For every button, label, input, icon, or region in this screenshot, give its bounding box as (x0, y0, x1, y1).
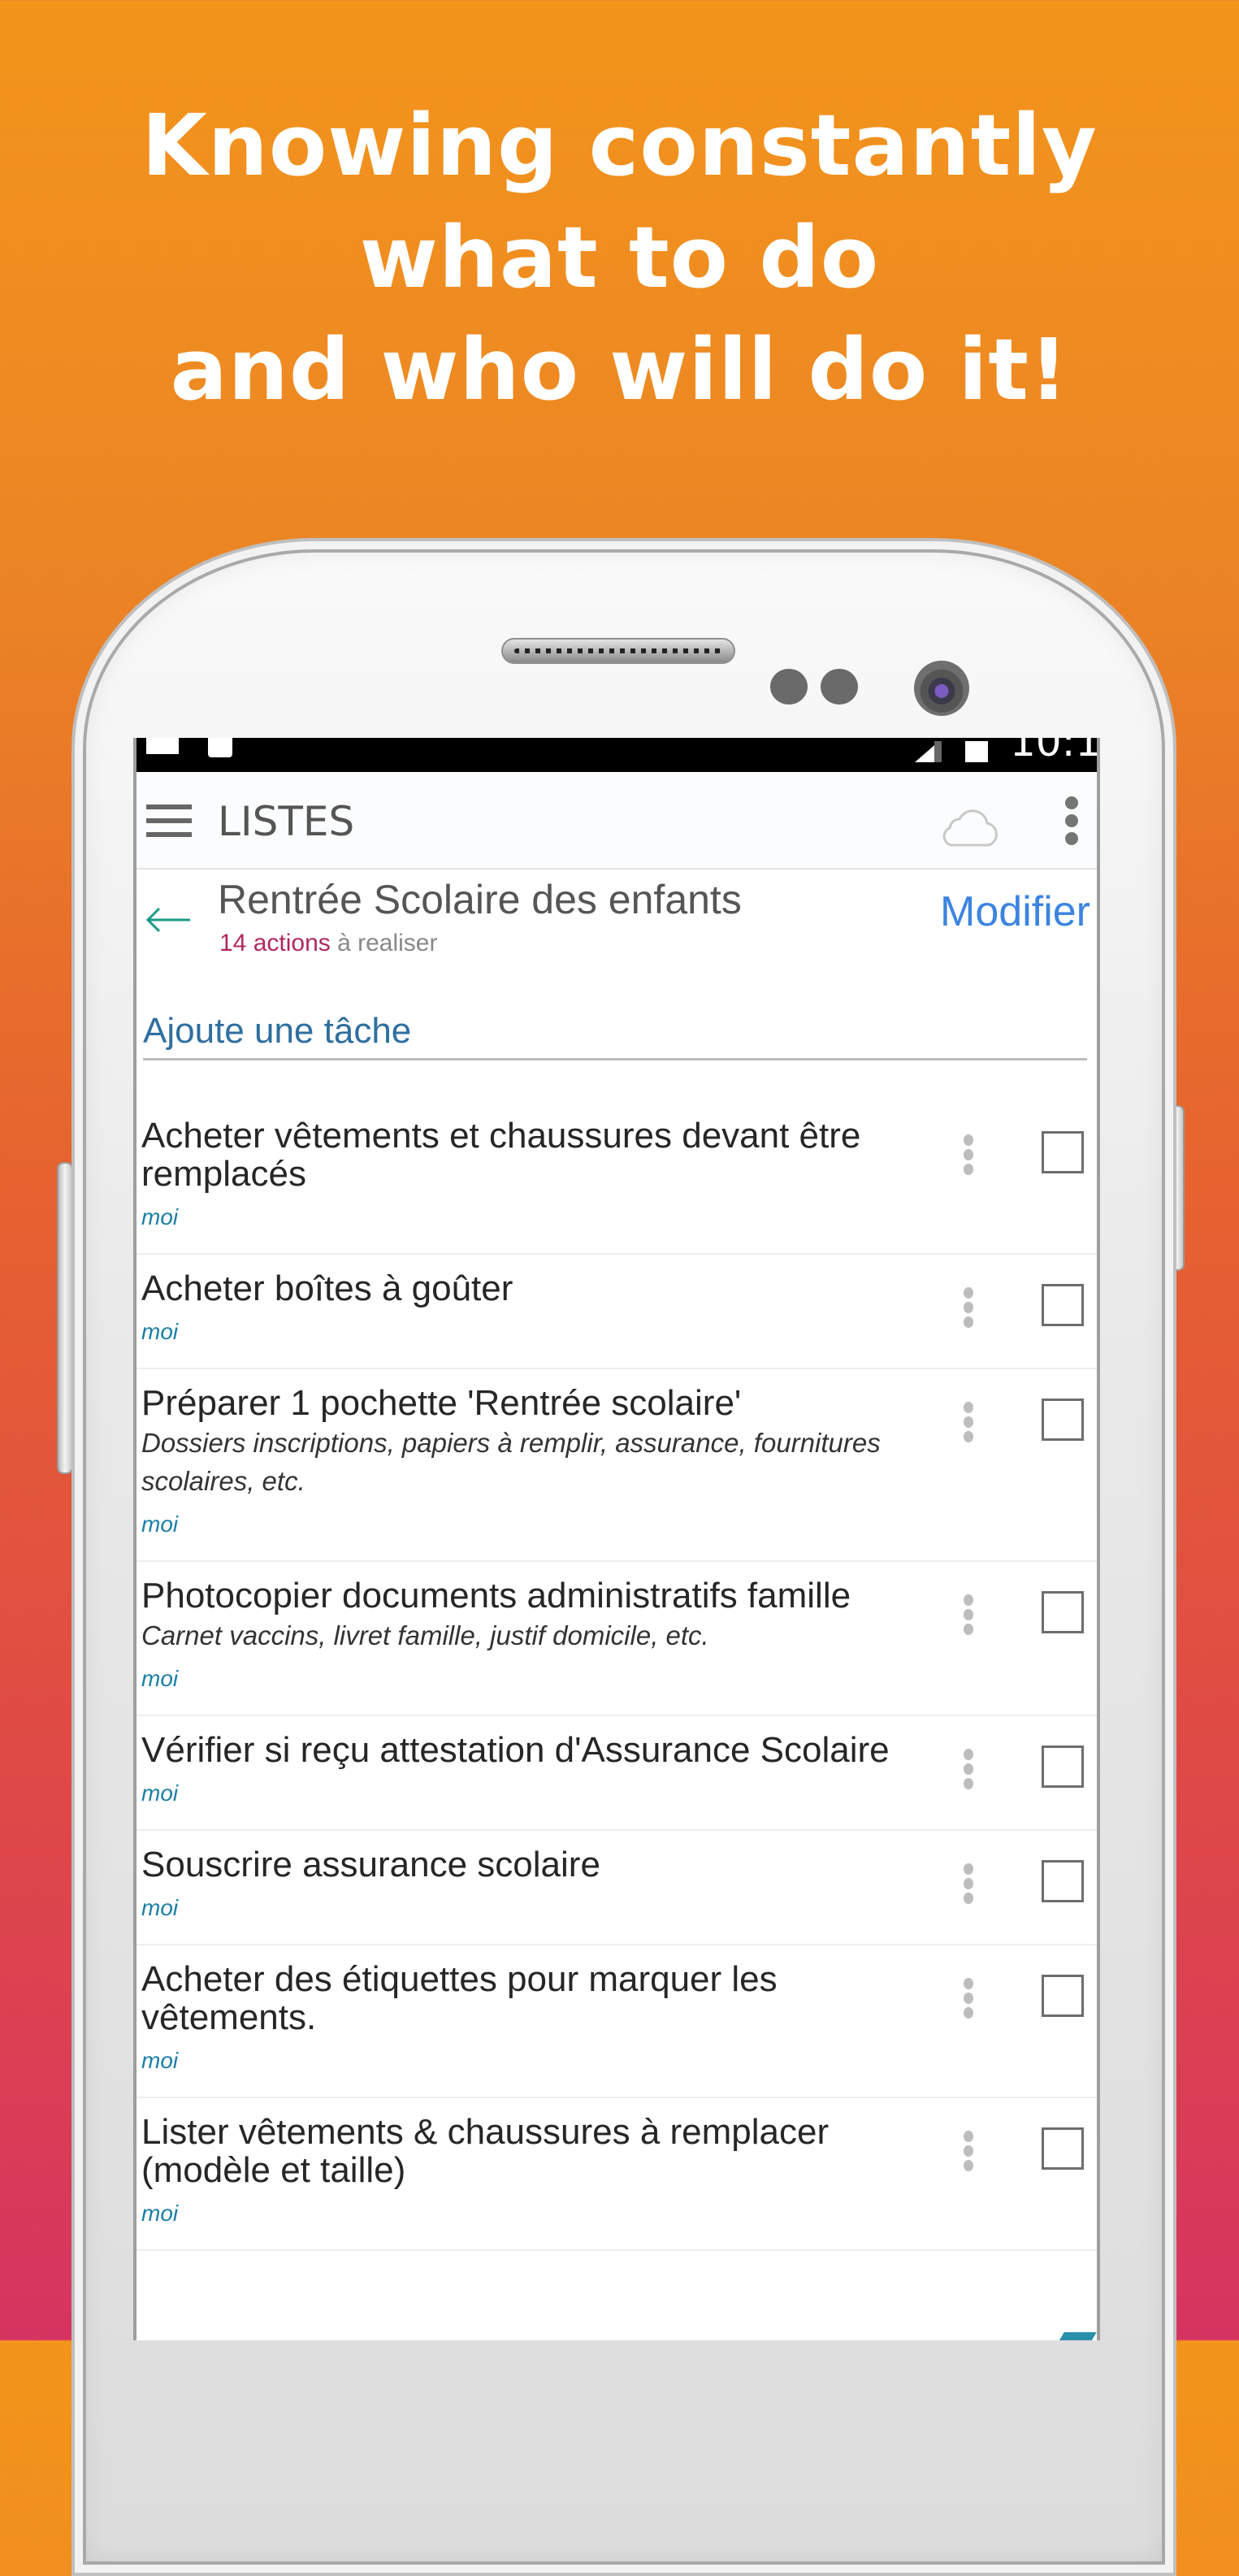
task-title: Photocopier documents administratifs fam… (141, 1576, 851, 1615)
task-assignee[interactable]: moi (141, 1319, 1097, 1345)
front-camera-icon (914, 661, 969, 716)
fab-button[interactable] (1050, 2332, 1097, 2340)
task-assignee[interactable]: moi (141, 1511, 1097, 1537)
task-assignee[interactable]: moi (141, 1204, 1097, 1230)
notification-icon (208, 738, 232, 757)
task-checkbox[interactable] (1042, 1746, 1084, 1788)
task-title: Vérifier si reçu attestation d'Assurance… (141, 1730, 890, 1770)
task-row[interactable]: Souscrire assurance scolaire moi (136, 1831, 1097, 1945)
task-checkbox[interactable] (1042, 1399, 1084, 1441)
task-assignee[interactable]: moi (141, 1780, 1097, 1806)
task-description: Carnet vaccins, livret famille, justif d… (141, 1620, 709, 1650)
phone-speaker (501, 638, 735, 664)
task-more-icon[interactable] (964, 1402, 975, 1446)
task-row[interactable]: Acheter vêtements et chaussures devant ê… (136, 1102, 1097, 1255)
cloud-icon[interactable] (937, 806, 1002, 848)
signal-icon (934, 741, 942, 762)
task-row[interactable]: Lister vêtements & chaussures à remplace… (136, 2098, 1097, 2251)
task-checkbox[interactable] (1042, 1284, 1084, 1326)
promo-headline: Knowing constantly what to do and who wi… (0, 89, 1239, 426)
headline-line-1: Knowing constantly (141, 96, 1098, 195)
task-checkbox[interactable] (1042, 1591, 1084, 1633)
task-row[interactable]: Préparer 1 pochette 'Rentrée scolaire' Do… (136, 1369, 1097, 1562)
task-more-icon[interactable] (964, 1287, 975, 1331)
task-more-icon[interactable] (964, 1749, 975, 1793)
task-list: Acheter vêtements et chaussures devant ê… (136, 1102, 1097, 2251)
task-title: Acheter boîtes à goûter (141, 1268, 513, 1308)
notification-icon (146, 738, 179, 754)
headline-line-3: and who will do it! (170, 320, 1069, 419)
task-title: Lister vêtements & chaussures à remplace… (141, 2112, 830, 2190)
modify-button[interactable]: Modifier (940, 887, 1090, 936)
action-suffix: à realiser (330, 930, 438, 956)
task-checkbox[interactable] (1042, 1131, 1084, 1173)
task-description: Dossiers inscriptions, papiers à remplir… (141, 1428, 881, 1496)
list-subtitle: 14 actions à realiser (219, 930, 437, 957)
app-bar: LISTES (136, 772, 1097, 870)
task-title: Acheter des étiquettes pour marquer les … (141, 1959, 778, 2037)
status-bar: 10:18 (136, 738, 1097, 772)
task-checkbox[interactable] (1042, 1860, 1084, 1902)
task-title: Souscrire assurance scolaire (141, 1845, 600, 1884)
task-title: Préparer 1 pochette 'Rentrée scolaire' (141, 1383, 742, 1423)
task-assignee[interactable]: moi (141, 2201, 1097, 2227)
add-task-field[interactable] (143, 1008, 1087, 1060)
arrow-left-icon[interactable] (143, 905, 192, 935)
phone-sensor (770, 669, 808, 705)
task-more-icon[interactable] (964, 1863, 975, 1907)
headline-line-2: what to do (359, 208, 880, 307)
task-more-icon[interactable] (964, 1978, 975, 2022)
task-row[interactable]: Acheter boîtes à goûter moi (136, 1255, 1097, 1369)
task-more-icon[interactable] (964, 2131, 975, 2175)
task-title: Acheter vêtements et chaussures devant ê… (141, 1116, 861, 1194)
task-row[interactable]: Photocopier documents administratifs fam… (136, 1562, 1097, 1716)
phone-volume-button (57, 1162, 73, 1474)
phone-sensor (821, 669, 858, 705)
list-header: Rentrée Scolaire des enfants 14 actions … (136, 868, 1097, 974)
task-checkbox[interactable] (1042, 1975, 1084, 2017)
task-more-icon[interactable] (964, 1594, 975, 1638)
task-more-icon[interactable] (964, 1134, 975, 1178)
task-row[interactable]: Acheter des étiquettes pour marquer les … (136, 1945, 1097, 2098)
task-assignee[interactable]: moi (141, 2048, 1097, 2074)
task-row[interactable]: Vérifier si reçu attestation d'Assurance… (136, 1716, 1097, 1831)
task-checkbox[interactable] (1042, 2127, 1084, 2170)
battery-icon (965, 741, 988, 762)
task-assignee[interactable]: moi (141, 1895, 1097, 1921)
hamburger-menu-icon[interactable] (146, 804, 192, 837)
task-assignee[interactable]: moi (141, 1666, 1097, 1692)
action-count: 14 actions (219, 930, 331, 956)
more-vert-icon[interactable] (1065, 796, 1081, 850)
app-title: LISTES (218, 798, 355, 845)
add-task-input[interactable] (143, 1008, 1087, 1055)
phone-screen: 10:18 LISTES Rentrée Scolaire des enfant… (133, 738, 1100, 2340)
status-time: 10:18 (1010, 738, 1100, 765)
list-title: Rentrée Scolaire des enfants (218, 877, 742, 922)
